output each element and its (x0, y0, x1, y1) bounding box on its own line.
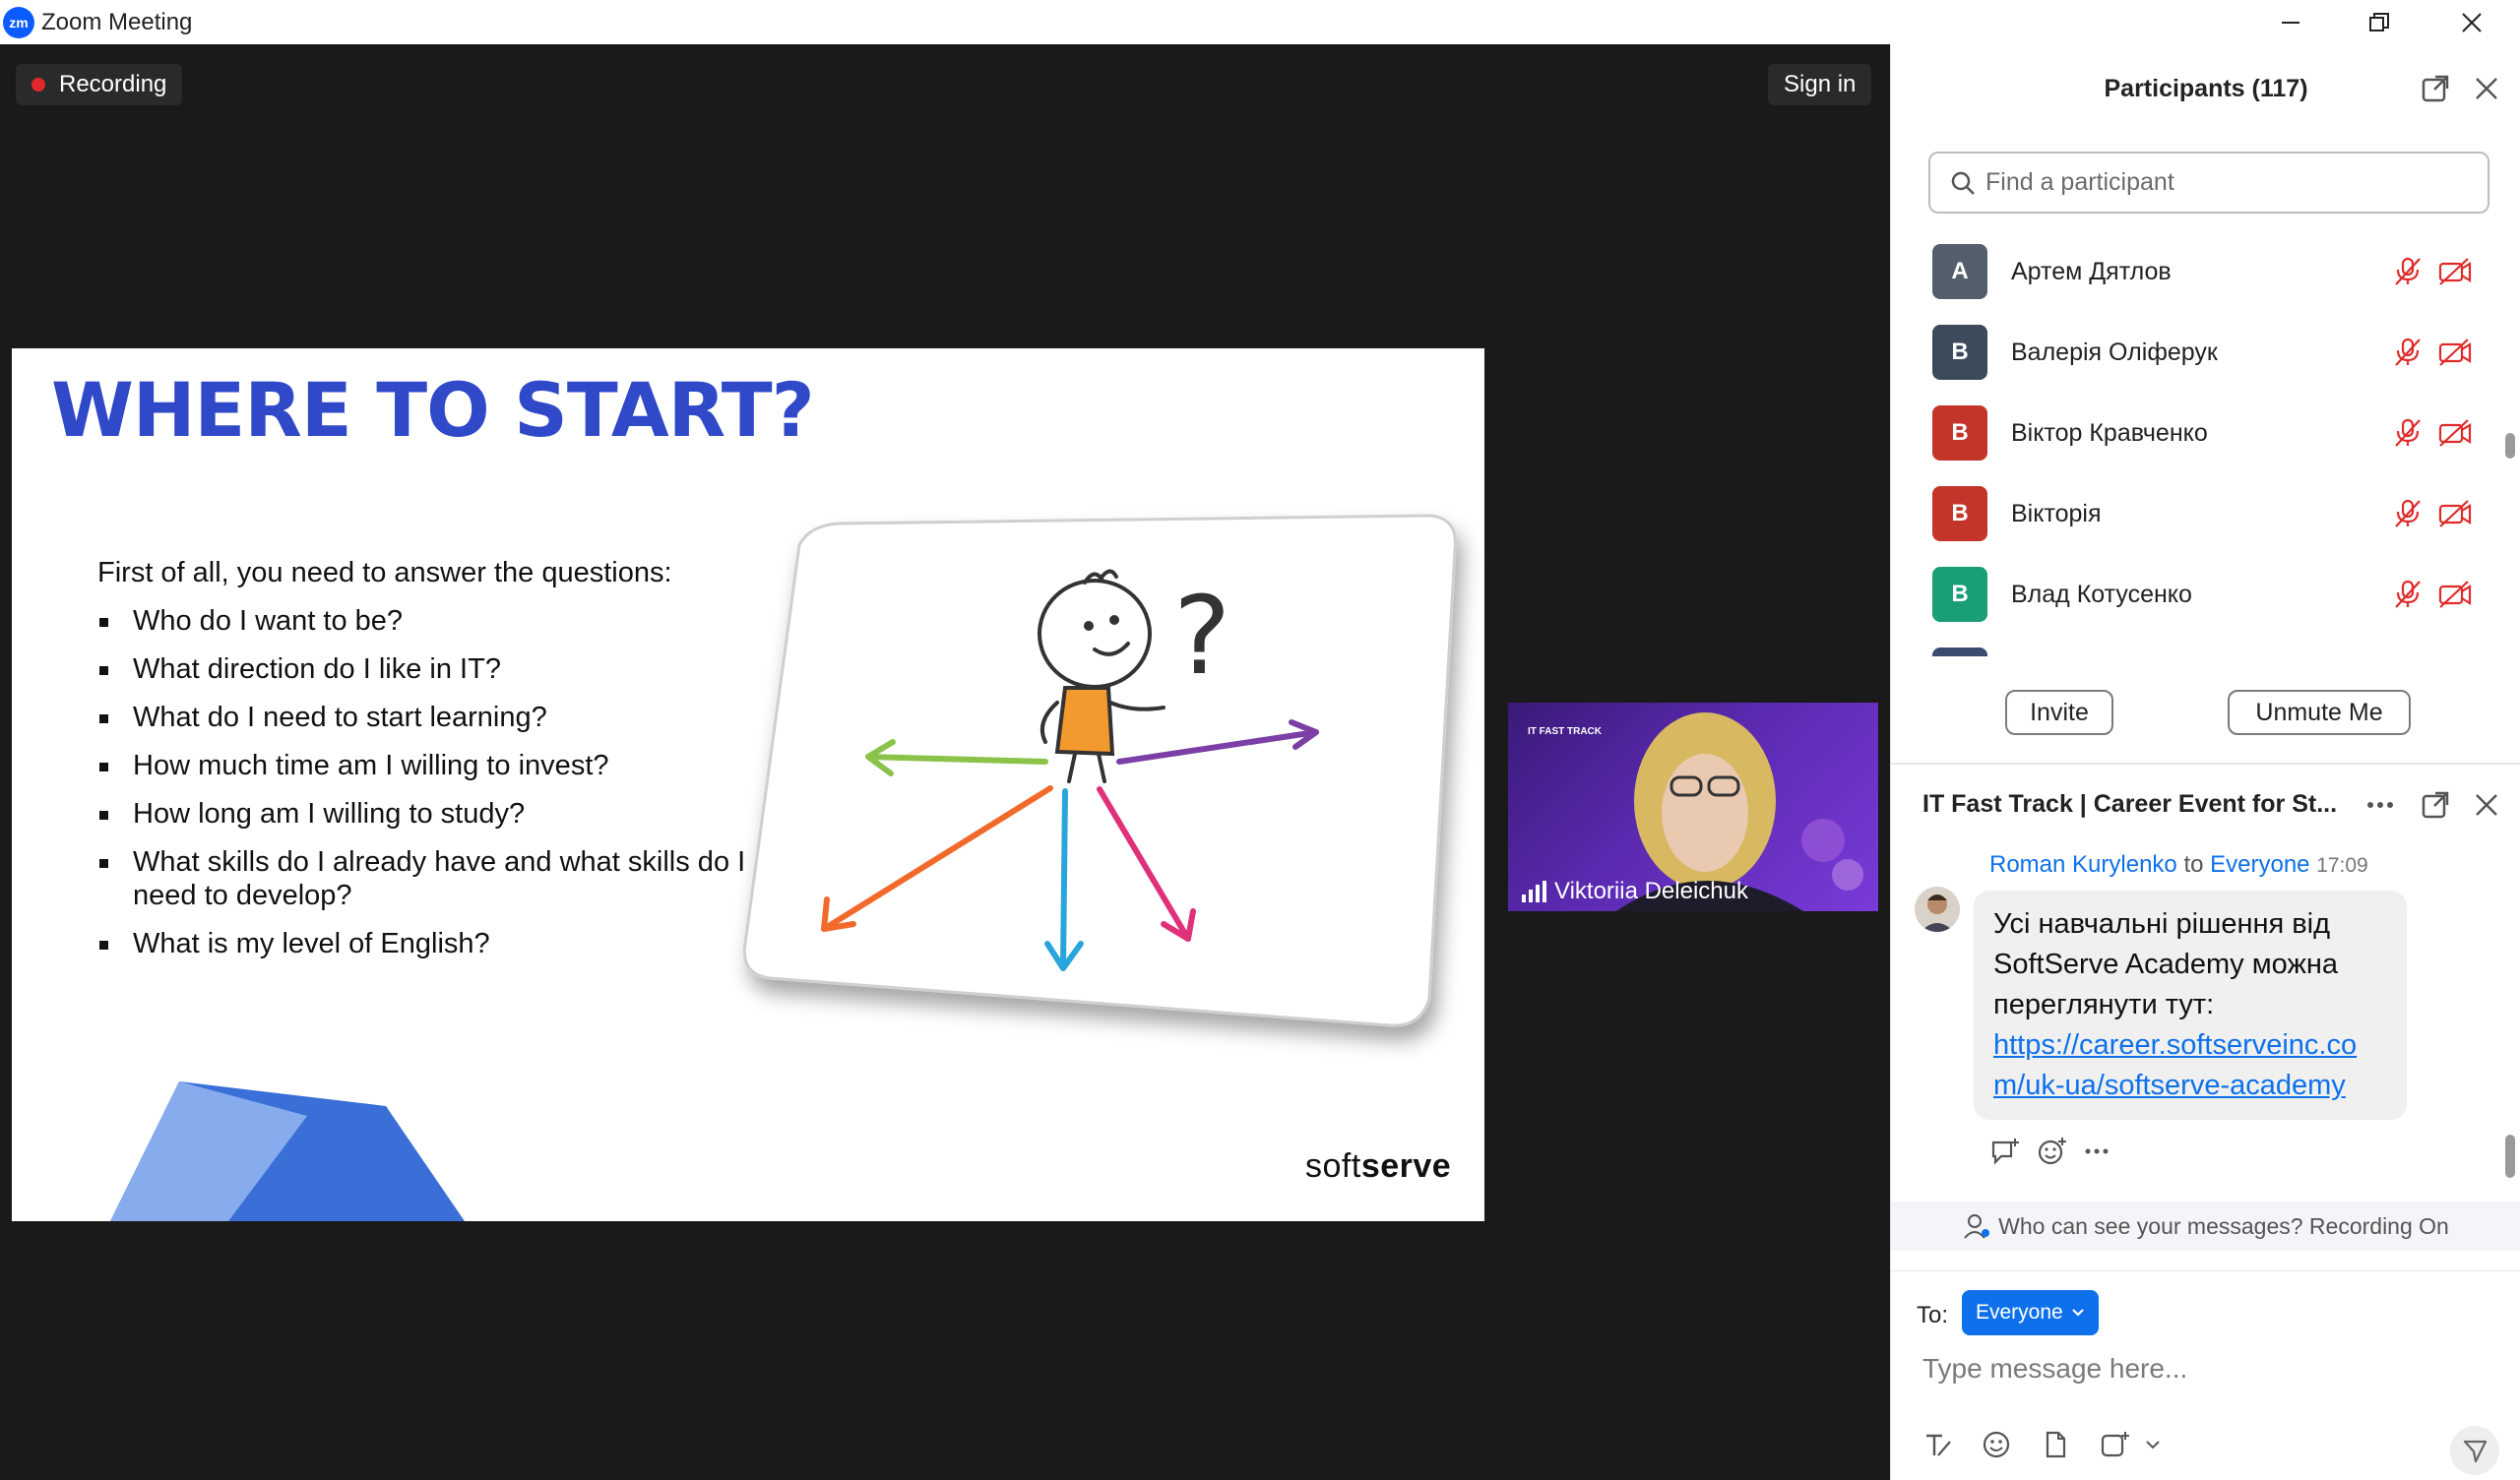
mic-muted-icon[interactable] (2393, 418, 2423, 448)
close-window-button[interactable] (2426, 0, 2518, 44)
participant-row[interactable]: В Влад Котусенко (1891, 554, 2501, 635)
unmute-me-button[interactable]: Unmute Me (2228, 690, 2411, 735)
participant-row[interactable]: A Артем Дятлов (1891, 231, 2501, 312)
screenshot-icon[interactable] (2100, 1430, 2129, 1459)
chevron-down-icon (2071, 1309, 2084, 1317)
close-icon (2476, 794, 2497, 816)
format-text-icon[interactable] (1922, 1430, 1952, 1459)
chat-toolbar (1922, 1430, 2161, 1459)
more-icon (2367, 802, 2393, 808)
participant-scrollbar[interactable] (2505, 433, 2515, 459)
minimize-icon (2282, 21, 2300, 24)
message-to-word: to (2183, 851, 2204, 878)
participant-row[interactable]: В Віктор Кравченко (1891, 393, 2501, 473)
video-off-icon[interactable] (2438, 257, 2472, 286)
meeting-area: Recording Sign in WHERE TO START? First … (0, 44, 1890, 1480)
message-actions (1989, 1137, 2110, 1166)
send-button[interactable] (2450, 1426, 2499, 1475)
chat-title: IT Fast Track | Career Event for St... (1922, 790, 2338, 818)
popout-participants-button[interactable] (2419, 72, 2452, 105)
participant-search[interactable] (1928, 152, 2489, 214)
participant-video-tile[interactable]: IT FAST TRACK Viktoriia Deleichuk (1508, 703, 1878, 911)
zoom-logo-icon: zm (3, 6, 34, 38)
mic-muted-icon[interactable] (2393, 499, 2423, 528)
message-input[interactable] (1922, 1353, 2474, 1385)
participant-name: Віктор Кравченко (2011, 418, 2208, 447)
video-off-icon[interactable] (2438, 580, 2472, 609)
restore-icon (2369, 12, 2389, 31)
message-sender[interactable]: Roman Kurylenko (1989, 851, 2177, 878)
recording-dot-icon (32, 78, 45, 92)
message-header: Roman Kurylenko to Everyone 17:09 (1989, 851, 2368, 879)
avatar: A (1932, 244, 1987, 299)
question-mark-icon: ? (1173, 573, 1230, 699)
more-icon[interactable] (2084, 1146, 2110, 1156)
close-icon (2476, 78, 2497, 99)
chat-more-button[interactable] (2363, 788, 2397, 822)
participant-name: Влад Котусенко (2011, 580, 2192, 608)
message-time: 17:09 (2316, 854, 2368, 877)
side-panel: Participants (117) A Артем Дятлов В Вале… (1890, 44, 2520, 1480)
avatar: В (1932, 486, 1987, 541)
chat-message-bubble: Усі навчальні рішення від SoftServe Acad… (1974, 891, 2407, 1120)
shared-slide: WHERE TO START? First of all, you need t… (12, 348, 1484, 1221)
close-icon (2462, 12, 2482, 32)
add-reaction-icon[interactable] (2037, 1137, 2066, 1166)
chevron-down-icon[interactable] (2145, 1439, 2161, 1450)
minimize-button[interactable] (2244, 0, 2337, 44)
slide-illustration: ? (110, 514, 1457, 1221)
participant-name: Артем Дятлов (2011, 257, 2172, 285)
popout-icon (2422, 791, 2449, 819)
sign-in-button[interactable]: Sign in (1768, 64, 1872, 105)
emoji-icon[interactable] (1982, 1430, 2011, 1459)
recipient-dropdown[interactable]: Everyone (1962, 1290, 2099, 1335)
participant-row-partial[interactable] (1891, 635, 2501, 656)
message-visibility-notice[interactable]: Who can see your messages? Recording On (1891, 1202, 2520, 1251)
mic-muted-icon[interactable] (2393, 338, 2423, 367)
visibility-person-icon (1964, 1214, 1990, 1239)
file-icon[interactable] (2041, 1430, 2070, 1459)
recording-label: Recording (59, 71, 167, 97)
participant-row[interactable]: В Валерія Оліферук (1891, 312, 2501, 393)
participant-name: Вікторія (2011, 499, 2102, 527)
search-icon (1951, 171, 1975, 195)
send-icon (2463, 1440, 2488, 1463)
message-recipient: Everyone (2210, 851, 2310, 878)
avatar (1932, 648, 1987, 656)
window-title: Zoom Meeting (41, 8, 193, 35)
close-participants-button[interactable] (2470, 72, 2503, 105)
mic-muted-icon[interactable] (2393, 257, 2423, 286)
close-chat-button[interactable] (2470, 788, 2503, 822)
invite-button[interactable]: Invite (2005, 690, 2113, 735)
chat-message-link[interactable]: https://career.softserveinc.com/uk-ua/so… (1993, 1025, 2387, 1106)
to-label: To: (1917, 1302, 1949, 1328)
video-off-icon[interactable] (2438, 418, 2472, 448)
mic-muted-icon[interactable] (2393, 580, 2423, 609)
panel-divider (1891, 763, 2520, 765)
avatar: В (1932, 325, 1987, 380)
softserve-logo: softserve (1305, 1147, 1452, 1185)
popout-chat-button[interactable] (2419, 788, 2452, 822)
recipient-value: Everyone (1976, 1301, 2063, 1324)
recording-indicator[interactable]: Recording (16, 64, 183, 105)
popout-icon (2422, 75, 2449, 102)
chat-message-text: Усі навчальні рішення від SoftServe Acad… (1993, 908, 2339, 1020)
participant-row[interactable]: В Вікторія (1891, 473, 2501, 554)
chat-input-divider (1891, 1270, 2520, 1271)
signal-strength-icon (1522, 881, 1546, 902)
avatar: В (1932, 567, 1987, 622)
video-off-icon[interactable] (2438, 338, 2472, 367)
restore-button[interactable] (2333, 0, 2426, 44)
video-off-icon[interactable] (2438, 499, 2472, 528)
title-bar: zm Zoom Meeting (0, 0, 2520, 44)
participant-search-input[interactable] (1985, 168, 2458, 197)
sender-avatar (1915, 887, 1960, 932)
participant-list: A Артем Дятлов В Валерія Оліферук В Вікт… (1891, 231, 2501, 656)
reply-icon[interactable] (1989, 1137, 2019, 1166)
video-participant-name: Viktoriia Deleichuk (1522, 878, 1748, 905)
avatar: В (1932, 405, 1987, 461)
participant-name: Валерія Оліферук (2011, 338, 2218, 366)
chat-scrollbar[interactable] (2505, 1135, 2515, 1178)
visibility-notice-text: Who can see your messages? Recording On (1998, 1212, 2449, 1239)
